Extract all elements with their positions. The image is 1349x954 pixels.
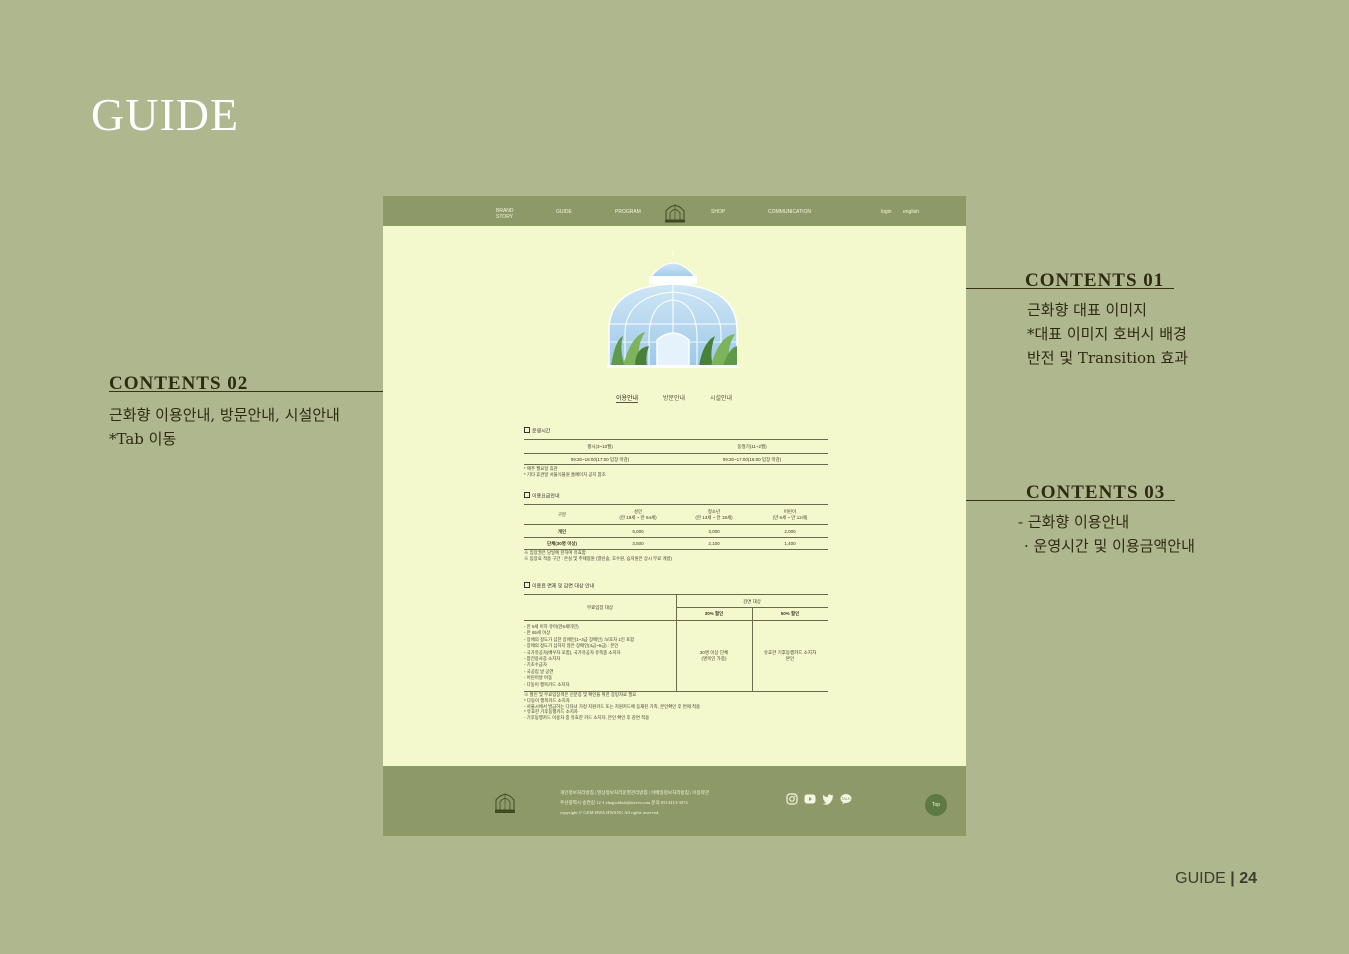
hours-value-regular: 09:30~18:00(17:00 입장 마감) [570,457,630,462]
discount-reduced-header: 감면 대상 [743,599,761,604]
footer-info: 개인정보처리방침 | 영상정보처리운영관리방침 | 이메일정보처리방침 | 이용… [560,788,709,818]
nav-brand-story[interactable]: BRAND STORY [496,208,516,220]
fees-header-divider [524,524,828,525]
hours-notes: * 매주 월요일 휴관 * 기타 휴관일 서울식물원 홈페이지 공지 참조 [524,466,606,477]
hours-section-title: 운영시간 [524,427,550,435]
footer-address: 주산광역시 송연길 12-1 ehagwhhuh@naver.com 문의 05… [560,800,688,805]
fees-section-title: 이용요금안내 [524,492,560,500]
contents01-text: 근화향 대표 이미지 *대표 이미지 호버시 배경 반전 및 Transitio… [1027,301,1189,367]
nav-program[interactable]: PROGRAM [615,209,641,215]
fees-table-top [524,504,828,505]
page-footer: GUIDE | 24 [1175,870,1257,887]
hours-value-winter: 09:30~17:00(16:00 입장 마감) [722,457,782,462]
tab-facility-guide[interactable]: 시설안내 [710,393,732,402]
nav-guide[interactable]: GUIDE [556,209,572,215]
nav-english[interactable]: english [903,209,919,215]
kakaotalk-icon[interactable]: TALK [840,793,852,805]
footer-logo-icon [495,793,515,813]
website-mockup: BRAND STORY GUIDE PROGRAM SHOP COMMUNICA… [383,196,966,836]
discount-free-header: 무료입장 대상 [586,605,614,610]
footer-copyright: copyright © GEM HWA HWANG All rights res… [560,810,660,815]
fees-header-category: 구분 [557,512,567,517]
mockup-nav-bar: BRAND STORY GUIDE PROGRAM SHOP COMMUNICA… [383,196,966,226]
nav-shop[interactable]: SHOP [711,209,725,215]
contents03-line [966,500,1175,501]
fees-row-individual-child: 2,000 [784,529,796,534]
contents01-line [966,288,1174,289]
contents02-text: 근화향 이용안내, 방문안내, 시설안내 *Tab 이동 [109,406,340,448]
hours-table-top [524,439,828,440]
discount-notes: ※ 할인 및 무료입장객은 신분증 및 확인을 위한 증빙자료 필요 * 다둥이… [524,692,701,721]
nav-login[interactable]: login [881,209,892,215]
fees-row-individual-label: 개인 [557,529,567,534]
discount-50-value: 유효한 기후동행카드 소지자 본인 [763,650,817,661]
fees-row-group-adult: 3,500 [632,541,644,546]
page-title: GUIDE [91,89,240,140]
svg-text:TALK: TALK [841,796,851,801]
fees-row-group-label: 단체(30명 이상) [547,541,577,546]
discount-30-header: 30% 할인 [704,611,724,616]
fees-row-individual-youth: 3,000 [708,529,720,534]
hours-header-regular: 평시(3~10월) [587,444,613,449]
discount-section-title: 이용료 면제 및 감면 대상 안내 [524,582,594,590]
fees-header-child: 어린이 (만 6세 ~ 만 12세) [772,509,808,520]
hours-header-winter: 동절기(11~2월) [737,444,767,449]
fees-header-adult: 성인 (만 19세 ~ 만 64세) [619,509,657,520]
hours-divider [524,453,828,454]
discount-50-header: 50% 할인 [780,611,800,616]
discount-col-divider-1 [676,595,677,691]
tab-visit-guide[interactable]: 방문안내 [663,393,685,402]
fees-notes: ※ 입장권은 당일에 한하여 유효함 ※ 입장료 적용 구간 : 온실 및 주제… [524,550,673,561]
fees-row-divider [524,537,828,538]
instagram-icon[interactable] [786,793,798,805]
fees-header-youth: 청소년 (만 13세 ~ 만 18세) [695,509,733,520]
youtube-icon[interactable] [804,793,816,805]
fees-row-group-child: 1,400 [784,541,796,546]
fees-row-individual-adult: 5,000 [632,529,644,534]
logo-icon[interactable] [662,198,688,224]
footer-policy-links[interactable]: 개인정보처리방침 | 영상정보처리운영관리방침 | 이메일정보처리방침 | 이용… [560,788,709,798]
twitter-icon[interactable] [822,793,834,805]
scroll-top-button[interactable]: Top [925,794,947,816]
nav-communication[interactable]: COMMUNICATION [768,209,811,215]
mockup-footer: 개인정보처리방침 | 영상정보처리운영관리방침 | 이메일정보처리방침 | 이용… [383,766,966,836]
discount-30-value: 30명 이상 단체 (명목인 가중) [699,650,729,661]
fees-row-group-youth: 2,100 [708,541,720,546]
discount-col-divider-2 [752,607,753,691]
hours-table-bottom [524,464,828,465]
contents03-text: - 근화향 이용안내 · 운영시간 및 이용금액안내 [1018,513,1195,555]
tab-usage-guide[interactable]: 이용안내 [616,393,639,403]
contents02-line [109,391,383,392]
greenhouse-hero-image[interactable] [605,250,741,368]
discount-free-list: - 만 5세 이하 유아(만6세미만) - 만 65세 이상 - 장애의 정도가… [524,624,635,687]
